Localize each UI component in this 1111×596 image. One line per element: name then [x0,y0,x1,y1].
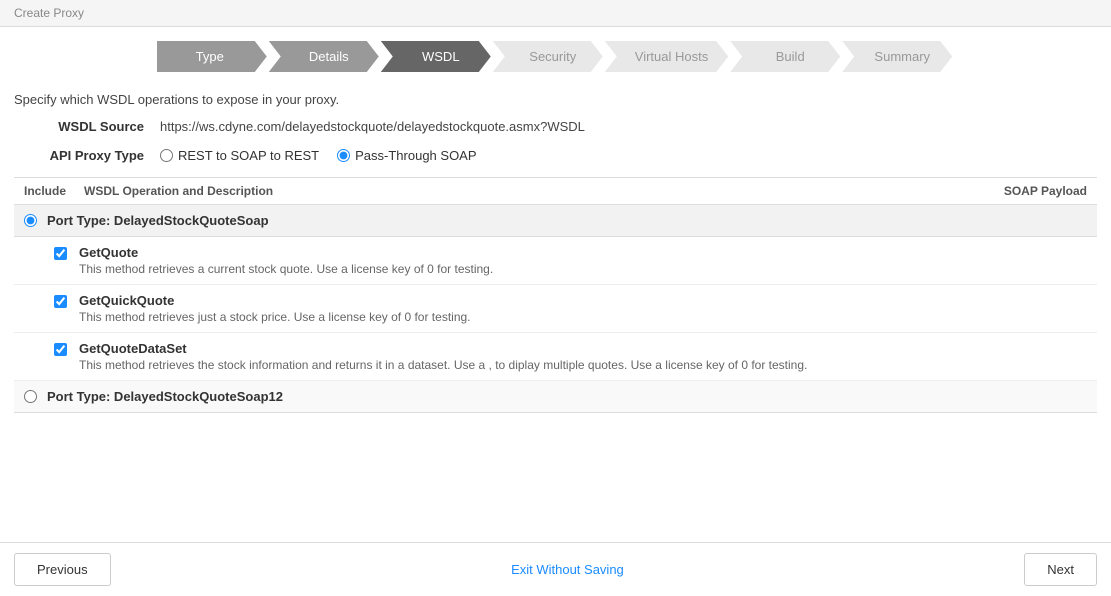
step-security[interactable]: Security [493,41,605,72]
step-wsdl[interactable]: WSDL [381,41,493,72]
op-desc-getquotedataset: This method retrieves the stock informat… [79,358,1087,372]
radio-rest-to-soap-input[interactable] [160,149,173,162]
wizard-container: Type Details WSDL Security Virtual Hosts… [0,27,1111,82]
op-name-getquickquote: GetQuickQuote [79,293,1087,308]
op-checkbox-getquote[interactable] [54,247,67,260]
step-build[interactable]: Build [730,41,842,72]
radio-rest-to-soap[interactable]: REST to SOAP to REST [160,148,319,163]
step-summary-label[interactable]: Summary [842,41,952,72]
step-virtual-hosts[interactable]: Virtual Hosts [605,41,730,72]
step-build-label[interactable]: Build [730,41,840,72]
step-summary[interactable]: Summary [842,41,954,72]
port-type-radio-1[interactable] [24,214,37,227]
op-checkbox-getquotedataset[interactable] [54,343,67,356]
col-soap-payload-header: SOAP Payload [967,184,1087,198]
port-type-label-1: Port Type: DelayedStockQuoteSoap [47,213,269,228]
exit-button[interactable]: Exit Without Saving [511,562,624,577]
table-header: Include WSDL Operation and Description S… [14,177,1097,205]
step-type[interactable]: Type [157,41,269,72]
footer: Previous Exit Without Saving Next [0,542,1111,596]
op-details-getquote: GetQuote This method retrieves a current… [79,245,1087,276]
page-title: Create Proxy [14,6,84,20]
op-details-getquotedataset: GetQuoteDataSet This method retrieves th… [79,341,1087,372]
next-button[interactable]: Next [1024,553,1097,586]
radio-pass-through-input[interactable] [337,149,350,162]
operation-row-getquotedataset: GetQuoteDataSet This method retrieves th… [14,333,1097,381]
main-content: Specify which WSDL operations to expose … [0,82,1111,542]
wsdl-source-label: WSDL Source [14,119,144,134]
operation-row-getquote: GetQuote This method retrieves a current… [14,237,1097,285]
wizard-steps: Type Details WSDL Security Virtual Hosts… [157,41,954,72]
previous-button[interactable]: Previous [14,553,111,586]
step-type-label[interactable]: Type [157,41,267,72]
wsdl-source-value: https://ws.cdyne.com/delayedstockquote/d… [160,119,585,134]
col-include-header: Include [24,184,84,198]
op-name-getquotedataset: GetQuoteDataSet [79,341,1087,356]
op-checkbox-getquickquote[interactable] [54,295,67,308]
port-type-label-2: Port Type: DelayedStockQuoteSoap12 [47,389,283,404]
step-wsdl-label[interactable]: WSDL [381,41,491,72]
api-proxy-type-row: API Proxy Type REST to SOAP to REST Pass… [14,148,1097,163]
api-proxy-type-label: API Proxy Type [14,148,144,163]
step-details[interactable]: Details [269,41,381,72]
step-details-label[interactable]: Details [269,41,379,72]
radio-pass-through-label: Pass-Through SOAP [355,148,476,163]
step-virtual-hosts-label[interactable]: Virtual Hosts [605,41,728,72]
port-type-row-2[interactable]: Port Type: DelayedStockQuoteSoap12 [14,381,1097,413]
wsdl-source-row: WSDL Source https://ws.cdyne.com/delayed… [14,119,1097,134]
operation-row-getquickquote: GetQuickQuote This method retrieves just… [14,285,1097,333]
op-name-getquote: GetQuote [79,245,1087,260]
radio-pass-through[interactable]: Pass-Through SOAP [337,148,476,163]
radio-group: REST to SOAP to REST Pass-Through SOAP [160,148,477,163]
radio-rest-to-soap-label: REST to SOAP to REST [178,148,319,163]
op-desc-getquickquote: This method retrieves just a stock price… [79,310,1087,324]
op-details-getquickquote: GetQuickQuote This method retrieves just… [79,293,1087,324]
col-operation-header: WSDL Operation and Description [84,184,967,198]
port-type-radio-2[interactable] [24,390,37,403]
step-security-label[interactable]: Security [493,41,603,72]
header-bar: Create Proxy [0,0,1111,27]
subtitle: Specify which WSDL operations to expose … [14,82,1097,119]
port-type-row-1[interactable]: Port Type: DelayedStockQuoteSoap [14,205,1097,237]
op-desc-getquote: This method retrieves a current stock qu… [79,262,1087,276]
